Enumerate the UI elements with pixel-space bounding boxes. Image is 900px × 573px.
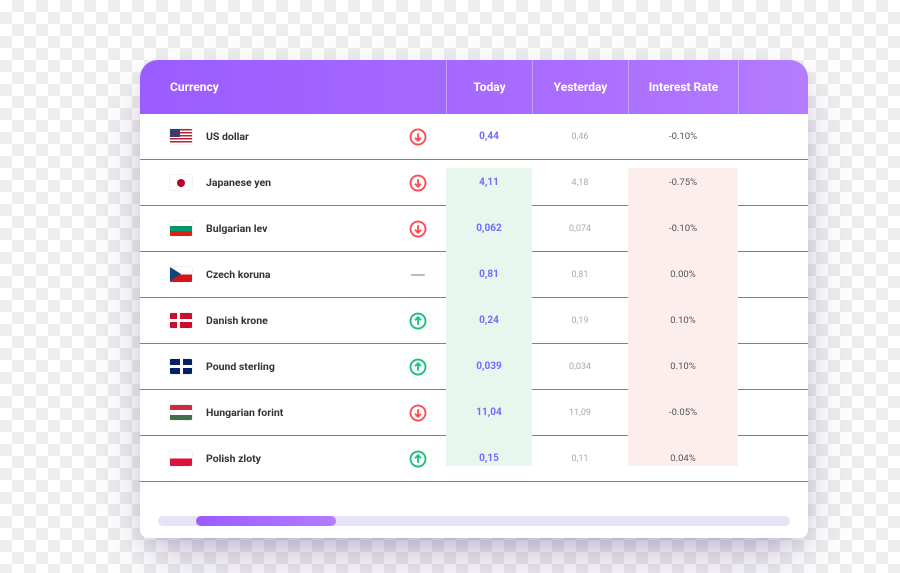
flag-pl-icon [170, 451, 192, 466]
currency-name: US dollar [206, 130, 249, 143]
today-value: 0,81 [479, 269, 499, 280]
table-row[interactable]: US dollar 0,44 0,46 -0.10% [140, 114, 808, 160]
flag-bg-icon [170, 221, 192, 236]
rate-value: 0.10% [670, 315, 695, 326]
yesterday-value: 0,074 [569, 224, 591, 234]
today-value: 0,062 [476, 223, 501, 234]
yesterday-value: 11,09 [569, 408, 591, 418]
table-body: US dollar 0,44 0,46 -0.10% Japanese yen … [140, 114, 808, 502]
header-currency[interactable]: Currency [140, 80, 390, 94]
currency-name: Czech koruna [206, 268, 271, 281]
trend-up-icon [409, 450, 427, 468]
trend-up-icon [409, 358, 427, 376]
rate-value: 0.00% [670, 269, 695, 280]
today-value: 0,44 [479, 131, 499, 142]
rate-value: -0.05% [669, 407, 697, 418]
currency-name: Japanese yen [206, 176, 271, 189]
rate-value: 0.04% [670, 453, 695, 464]
rate-value: -0.10% [669, 131, 697, 142]
today-value: 11,04 [476, 407, 501, 418]
yesterday-value: 4,18 [572, 178, 589, 188]
trend-down-icon [409, 174, 427, 192]
trend-down-icon [409, 128, 427, 146]
trend-flat-icon [411, 274, 425, 276]
header-yesterday[interactable]: Yesterday [532, 60, 628, 114]
yesterday-value: 0,11 [572, 454, 589, 464]
header-overflow [738, 60, 808, 114]
yesterday-value: 0,034 [569, 362, 591, 372]
rate-value: -0.75% [669, 177, 697, 188]
horizontal-scrollbar[interactable] [158, 516, 790, 526]
header-interest-rate[interactable]: Interest Rate [628, 60, 738, 114]
rate-value: 0.10% [670, 361, 695, 372]
flag-jp-icon [170, 175, 192, 190]
table-header: Currency Today Yesterday Interest Rate [140, 60, 808, 114]
currency-table-card: Currency Today Yesterday Interest Rate U… [140, 60, 808, 538]
yesterday-value: 0,46 [572, 132, 589, 142]
flag-cz-icon [170, 267, 192, 282]
flag-gb-icon [170, 359, 192, 374]
currency-name: Polish zloty [206, 452, 261, 465]
currency-name: Hungarian forint [206, 406, 283, 419]
scrollbar-thumb[interactable] [196, 516, 336, 526]
today-value: 4,11 [479, 177, 499, 188]
rate-value: -0.10% [669, 223, 697, 234]
flag-hu-icon [170, 405, 192, 420]
today-value: 0,039 [476, 361, 501, 372]
trend-down-icon [409, 220, 427, 238]
currency-name: Bulgarian lev [206, 222, 267, 235]
flag-us-icon [170, 129, 192, 144]
trend-down-icon [409, 404, 427, 422]
yesterday-value: 0,19 [572, 316, 589, 326]
currency-name: Danish krone [206, 314, 268, 327]
today-value: 0,24 [479, 315, 499, 326]
header-today[interactable]: Today [446, 60, 532, 114]
currency-name: Pound sterling [206, 360, 275, 373]
today-value: 0,15 [479, 453, 499, 464]
flag-dk-icon [170, 313, 192, 328]
trend-up-icon [409, 312, 427, 330]
yesterday-value: 0,81 [572, 270, 589, 280]
